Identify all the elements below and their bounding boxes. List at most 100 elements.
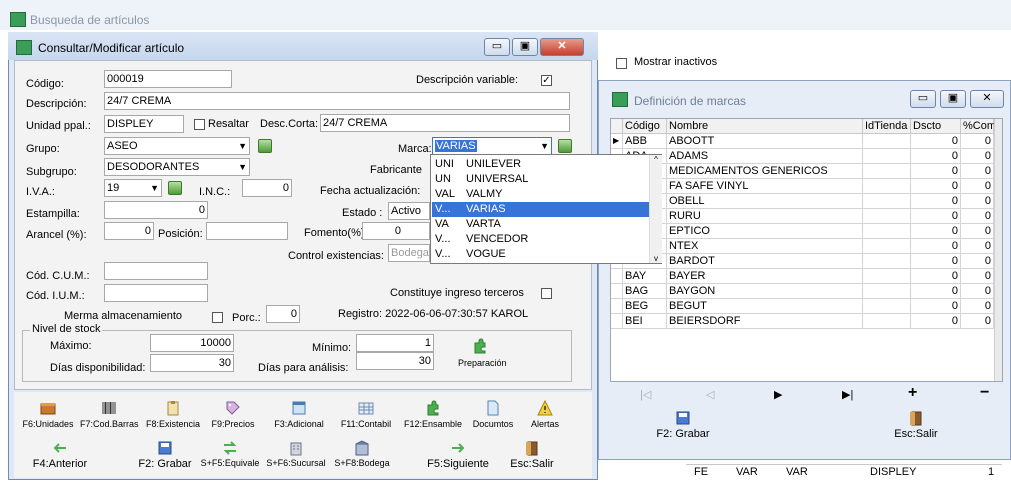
nav-last-button[interactable]: ▶| xyxy=(842,388,853,401)
nav-prev-button[interactable]: ◁ xyxy=(706,388,714,401)
puzzle-icon xyxy=(474,338,486,354)
table-row[interactable]: NTEX 0 0 xyxy=(611,239,1002,254)
grupo-select[interactable]: ASEO ▼ xyxy=(104,137,250,155)
column-header-com[interactable]: %Com xyxy=(961,119,996,134)
fomento-input[interactable]: 0 xyxy=(362,222,430,240)
subgrupo-select[interactable]: DESODORANTES ▼ xyxy=(104,158,250,176)
documentos-button[interactable]: Documtos xyxy=(470,400,516,429)
column-header-idtienda[interactable]: IdTienda xyxy=(863,119,911,134)
cod-barras-button[interactable]: F7:Cod.Barras xyxy=(80,400,139,429)
show-inactive-checkbox[interactable] xyxy=(616,58,627,69)
grid-scrollbar[interactable] xyxy=(994,119,1002,381)
cell-idtienda xyxy=(863,269,911,284)
maximo-input[interactable]: 10000 xyxy=(150,334,234,352)
table-row[interactable]: OBELL 0 0 xyxy=(611,194,1002,209)
table-row[interactable]: BEI BEIERSDORF 0 0 xyxy=(611,314,1002,329)
adicional-button[interactable]: F3:Adicional xyxy=(270,400,328,429)
box-icon xyxy=(40,403,56,415)
current-row-indicator-icon: ▶ xyxy=(611,134,623,149)
precios-button[interactable]: F9:Precios xyxy=(210,400,256,429)
dropdown-option[interactable]: UN UNIVERSAL xyxy=(432,172,660,187)
unidades-button[interactable]: F6:Unidades xyxy=(20,400,76,429)
desc-corta-input[interactable]: 24/7 CREMA xyxy=(320,114,570,132)
table-row[interactable]: BAY BAYER 0 0 xyxy=(611,269,1002,284)
cell-idtienda xyxy=(863,254,911,269)
merma-checkbox[interactable] xyxy=(212,312,223,323)
anterior-button[interactable]: F4:Anterior xyxy=(24,440,96,470)
iva-edit-icon[interactable] xyxy=(168,181,182,195)
desc-variable-checkbox[interactable]: ✓ xyxy=(541,75,552,86)
marca-edit-icon[interactable] xyxy=(558,139,572,153)
dropdown-option[interactable]: VA VARTA xyxy=(432,217,660,232)
estampilla-input[interactable]: 0 xyxy=(104,201,208,219)
dias-disponibilidad-input[interactable]: 30 xyxy=(150,354,234,372)
maximize-button[interactable]: ▣ xyxy=(512,38,538,56)
brands-minimize-button[interactable]: ▭ xyxy=(910,90,936,108)
siguiente-button[interactable]: F5:Siguiente xyxy=(422,440,494,470)
nav-first-button[interactable]: |◁ xyxy=(640,388,651,401)
dias-analisis-input[interactable]: 30 xyxy=(356,352,434,370)
salir-button[interactable]: Esc:Salir xyxy=(502,440,562,470)
column-header-nombre[interactable]: Nombre xyxy=(667,119,863,134)
constituye-ingreso-checkbox[interactable] xyxy=(541,288,552,299)
bodega-button[interactable]: S+F8:Bodega xyxy=(332,440,392,468)
inc-input[interactable]: 0 xyxy=(242,179,292,197)
nav-add-button[interactable]: + xyxy=(908,384,917,402)
cell-codigo: BEG xyxy=(623,299,667,314)
resaltar-checkbox[interactable] xyxy=(194,119,205,130)
brands-maximize-button[interactable]: ▣ xyxy=(940,90,966,108)
table-row[interactable]: ADAADAMS00 xyxy=(611,149,1002,164)
brands-close-button[interactable]: ✕ xyxy=(970,90,1004,108)
dropdown-option[interactable]: VAL VALMY xyxy=(432,187,660,202)
close-button[interactable]: ✕ xyxy=(540,38,584,56)
table-row[interactable]: BARBARDOT00 xyxy=(611,254,1002,269)
dropdown-option[interactable]: V... VOGUE xyxy=(432,247,660,262)
table-row[interactable]: BEG BEGUT 0 0 xyxy=(611,299,1002,314)
alertas-button[interactable]: Alertas xyxy=(522,400,568,429)
column-header-codigo[interactable]: Código xyxy=(623,119,667,134)
minimize-button[interactable]: ▭ xyxy=(484,38,510,56)
table-row[interactable]: EPTICO 0 0 xyxy=(611,224,1002,239)
brands-window-icon xyxy=(612,92,628,107)
cell-idtienda xyxy=(863,134,911,149)
arancel-input[interactable]: 0 xyxy=(104,222,154,240)
nav-remove-button[interactable]: − xyxy=(980,384,989,402)
sucursal-button[interactable]: S+F6:Sucursal xyxy=(264,440,328,468)
iva-select[interactable]: 19 ▼ xyxy=(104,179,162,197)
dropdown-option[interactable]: UNI UNILEVER xyxy=(432,157,660,172)
adicional-label: F3:Adicional xyxy=(274,419,324,429)
alertas-label: Alertas xyxy=(530,419,559,429)
table-row[interactable]: RURU 0 0 xyxy=(611,209,1002,224)
existencia-button[interactable]: F8:Existencia xyxy=(142,400,204,429)
dropdown-option-name: VENCEDOR xyxy=(466,233,529,245)
brands-save-button[interactable]: F2: Grabar xyxy=(650,410,716,440)
ium-input[interactable] xyxy=(104,284,208,302)
cum-input[interactable] xyxy=(104,262,208,280)
column-header-dscto[interactable]: Dscto xyxy=(911,119,961,134)
cell-com: 0 xyxy=(961,164,994,179)
table-row[interactable]: MEDICAMENTOS GENERICOS 0 0 xyxy=(611,164,1002,179)
grabar-button[interactable]: F2: Grabar xyxy=(132,440,198,470)
grupo-edit-icon[interactable] xyxy=(258,139,272,153)
table-row[interactable]: BAG BAYGON 0 0 xyxy=(611,284,1002,299)
descripcion-input[interactable]: 24/7 CREMA xyxy=(104,92,570,110)
brands-exit-button[interactable]: Esc:Salir xyxy=(886,410,946,440)
dropdown-option[interactable]: V... VENCEDOR xyxy=(432,232,660,247)
unidad-input[interactable]: DISPLEY xyxy=(104,115,184,133)
minimo-input[interactable]: 1 xyxy=(356,334,434,352)
posicion-input[interactable] xyxy=(206,222,288,240)
preparacion-button[interactable]: Preparación xyxy=(458,338,507,369)
contabil-button[interactable]: F11:Contabil xyxy=(336,400,396,429)
estado-input[interactable]: Activo xyxy=(388,202,430,220)
porc-input[interactable]: 0 xyxy=(266,305,300,323)
codigo-input[interactable]: 000019 xyxy=(104,70,232,88)
equivale-button[interactable]: S+F5:Equivale xyxy=(200,440,260,468)
table-row[interactable]: FA SAFE VINYL 0 0 xyxy=(611,179,1002,194)
dropdown-scrollbar[interactable]: ^ v xyxy=(649,155,662,263)
marca-select[interactable]: VARIAS ▼ xyxy=(432,137,552,155)
control-existencias-input[interactable]: Bodega xyxy=(388,244,430,262)
nav-next-button[interactable]: ▶ xyxy=(774,388,782,401)
table-row[interactable]: ▶ ABB ABOOTT 0 0 xyxy=(611,134,1002,149)
dropdown-option[interactable]: V... VARIAS xyxy=(432,202,660,217)
ensamble-button[interactable]: F12:Ensamble xyxy=(400,400,466,429)
